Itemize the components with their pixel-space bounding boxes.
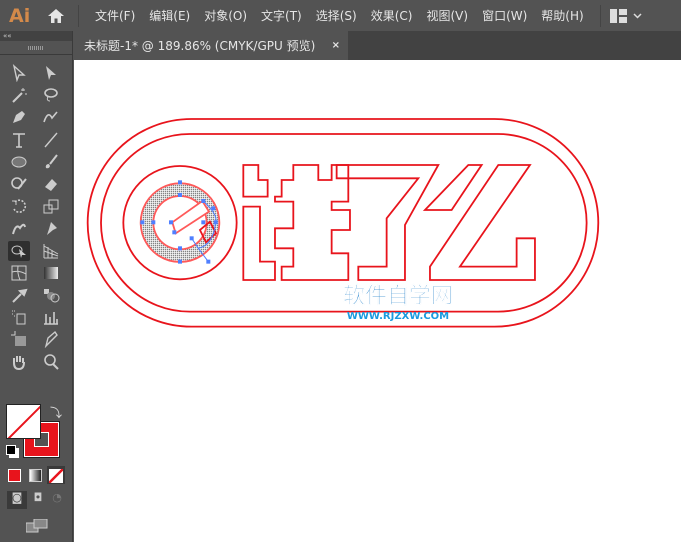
anchor-point[interactable] bbox=[201, 198, 206, 203]
anchor-point[interactable] bbox=[151, 220, 156, 225]
anchor-point[interactable] bbox=[206, 259, 211, 264]
anchor-point[interactable] bbox=[177, 259, 182, 264]
anchor-point[interactable] bbox=[213, 220, 218, 225]
glyph-2[interactable] bbox=[337, 165, 439, 280]
logo-bar[interactable] bbox=[172, 201, 209, 233]
anchor-point[interactable] bbox=[168, 220, 173, 225]
glyph-1-right[interactable] bbox=[275, 165, 350, 280]
anchor-point[interactable] bbox=[201, 220, 206, 225]
anchor-point[interactable] bbox=[189, 236, 194, 241]
glyph-1-left-bottom[interactable] bbox=[243, 207, 275, 280]
glyph-1-left-top[interactable] bbox=[243, 165, 267, 197]
glyph-3-bottom[interactable] bbox=[430, 165, 535, 280]
watermark: 软件自学网 WWW.RJZXW.COM bbox=[343, 283, 454, 322]
watermark-url: WWW.RJZXW.COM bbox=[347, 311, 449, 322]
artwork[interactable]: 软件自学网 WWW.RJZXW.COM bbox=[0, 0, 681, 542]
anchor-point[interactable] bbox=[140, 220, 145, 225]
watermark-title: 软件自学网 bbox=[343, 283, 453, 309]
anchor-point[interactable] bbox=[177, 246, 182, 251]
anchor-point[interactable] bbox=[177, 180, 182, 185]
anchor-point[interactable] bbox=[211, 206, 216, 211]
anchor-point[interactable] bbox=[177, 192, 182, 197]
fill-swatch[interactable] bbox=[6, 404, 41, 439]
anchor-point[interactable] bbox=[172, 230, 177, 235]
